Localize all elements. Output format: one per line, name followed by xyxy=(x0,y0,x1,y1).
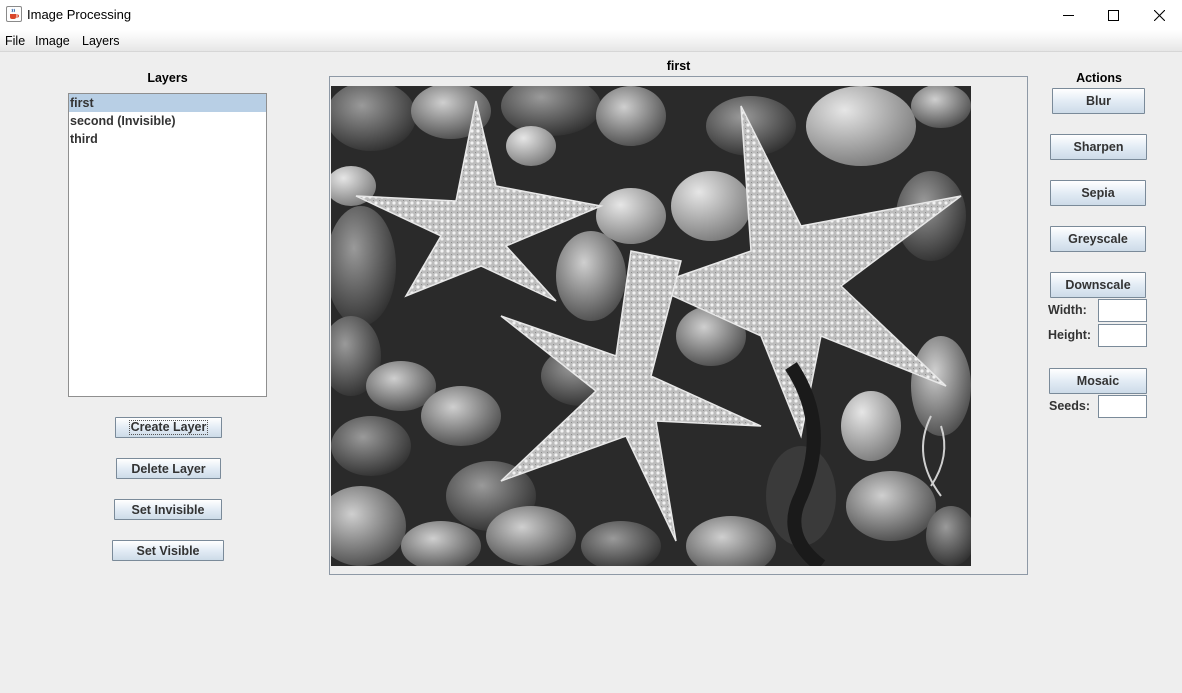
sepia-button[interactable]: Sepia xyxy=(1050,180,1146,206)
actions-heading: Actions xyxy=(1076,71,1122,85)
layer-list[interactable]: first second (Invisible) third xyxy=(68,93,267,397)
maximize-icon xyxy=(1107,9,1119,21)
menu-bar: File Image Layers xyxy=(0,30,1182,52)
create-layer-button[interactable]: Create Layer xyxy=(115,417,222,438)
java-cup-icon xyxy=(6,6,22,22)
width-field[interactable] xyxy=(1098,299,1147,322)
greyscale-button[interactable]: Greyscale xyxy=(1050,226,1146,252)
set-visible-button[interactable]: Set Visible xyxy=(112,540,224,561)
canvas-heading: first xyxy=(666,59,691,73)
layer-item-second[interactable]: second (Invisible) xyxy=(69,112,266,130)
height-label: Height: xyxy=(1048,328,1092,342)
window-title: Image Processing xyxy=(27,7,132,22)
title-bar: Image Processing xyxy=(0,0,1182,30)
mosaic-button[interactable]: Mosaic xyxy=(1049,368,1147,394)
seeds-label: Seeds: xyxy=(1049,399,1090,413)
close-button[interactable] xyxy=(1136,0,1182,30)
maximize-button[interactable] xyxy=(1090,0,1136,30)
layer-item-third[interactable]: third xyxy=(69,130,266,148)
delete-layer-button[interactable]: Delete Layer xyxy=(116,458,221,479)
minimize-button[interactable] xyxy=(1045,0,1091,30)
menu-layers[interactable]: Layers xyxy=(80,33,122,49)
close-icon xyxy=(1153,9,1165,21)
menu-image[interactable]: Image xyxy=(33,33,72,49)
image-panel xyxy=(329,76,1028,575)
menu-file[interactable]: File xyxy=(3,33,27,49)
starfish-image xyxy=(331,86,971,566)
layer-item-first[interactable]: first xyxy=(69,94,266,112)
blur-button[interactable]: Blur xyxy=(1052,88,1145,114)
width-label: Width: xyxy=(1048,303,1087,317)
height-field[interactable] xyxy=(1098,324,1147,347)
seeds-field[interactable] xyxy=(1098,395,1147,418)
minimize-icon xyxy=(1062,14,1074,16)
sharpen-button[interactable]: Sharpen xyxy=(1050,134,1147,160)
create-layer-label: Create Layer xyxy=(128,420,209,435)
set-invisible-button[interactable]: Set Invisible xyxy=(114,499,222,520)
downscale-button[interactable]: Downscale xyxy=(1050,272,1146,298)
layers-heading: Layers xyxy=(147,71,188,85)
